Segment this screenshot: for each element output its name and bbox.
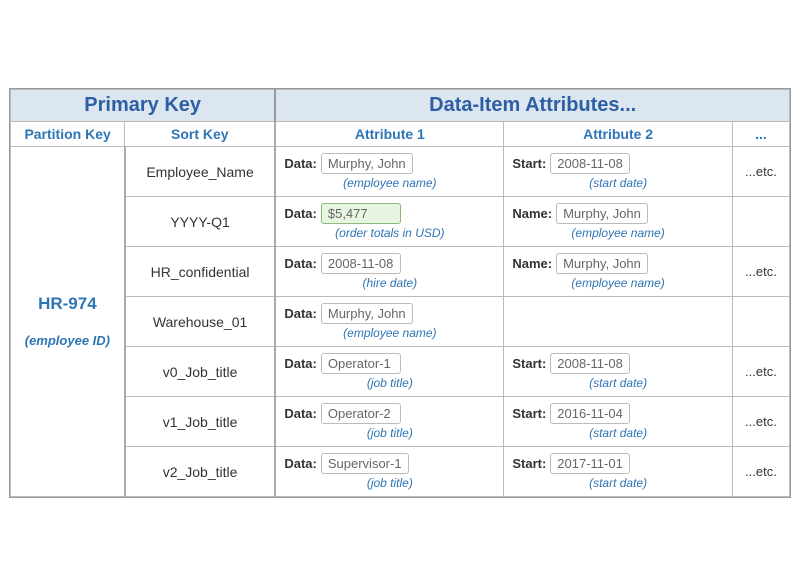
attr1-hint: (job title) bbox=[284, 476, 495, 490]
attribute1-cell: Data: Supervisor-1 (job title) bbox=[275, 447, 504, 497]
attr2-label: Name: bbox=[512, 256, 552, 271]
sort-key-cell: v1_Job_title bbox=[125, 397, 276, 447]
attr2-hint: (employee name) bbox=[512, 276, 724, 290]
attr2-hint: (employee name) bbox=[512, 226, 724, 240]
sort-key-cell: HR_confidential bbox=[125, 247, 276, 297]
attr1-value: Murphy, John bbox=[321, 303, 413, 324]
attribute1-cell: Data: Murphy, John (employee name) bbox=[275, 297, 504, 347]
attr2-hint: (start date) bbox=[512, 426, 724, 440]
attr1-value: Operator-2 bbox=[321, 403, 401, 424]
attr2-label: Start: bbox=[512, 456, 546, 471]
ellipsis-cell: ...etc. bbox=[732, 147, 789, 197]
attr1-value: 2008-11-08 bbox=[321, 253, 401, 274]
ellipsis-cell: ...etc. bbox=[732, 447, 789, 497]
subheader-attribute1: Attribute 1 bbox=[275, 122, 504, 147]
ellipsis-cell bbox=[732, 297, 789, 347]
header-data-item: Data-Item Attributes... bbox=[275, 90, 789, 122]
sort-key-cell: Employee_Name bbox=[125, 147, 276, 197]
attr1-value: Murphy, John bbox=[321, 153, 413, 174]
subheader-sort-key: Sort Key bbox=[125, 122, 276, 147]
attribute1-cell: Data: $5,477 (order totals in USD) bbox=[275, 197, 504, 247]
ellipsis-cell: ...etc. bbox=[732, 397, 789, 447]
attr2-value: 2008-11-08 bbox=[550, 353, 630, 374]
attr2-value: Murphy, John bbox=[556, 253, 648, 274]
attr1-hint: (job title) bbox=[284, 426, 495, 440]
subheader-partition-key: Partition Key bbox=[11, 122, 125, 147]
attribute2-cell: Name: Murphy, John (employee name) bbox=[504, 247, 733, 297]
attribute2-cell: Start: 2016-11-04 (start date) bbox=[504, 397, 733, 447]
partition-key-value: HR-974 bbox=[17, 294, 118, 314]
attr2-value: 2016-11-04 bbox=[550, 403, 630, 424]
ellipsis-cell bbox=[732, 197, 789, 247]
partition-key-hint: (employee ID) bbox=[25, 333, 110, 348]
sort-key-cell: v2_Job_title bbox=[125, 447, 276, 497]
attribute2-cell: Name: Murphy, John (employee name) bbox=[504, 197, 733, 247]
sort-key-cell: YYYY-Q1 bbox=[125, 197, 276, 247]
attr1-label: Data: bbox=[284, 406, 317, 421]
attr1-hint: (employee name) bbox=[284, 176, 495, 190]
sort-key-cell: Warehouse_01 bbox=[125, 297, 276, 347]
sort-key-cell: v0_Job_title bbox=[125, 347, 276, 397]
partition-key-cell: HR-974 (employee ID) bbox=[11, 147, 125, 497]
dynamodb-table: Primary Key Data-Item Attributes... Part… bbox=[10, 89, 790, 497]
attr2-hint: (start date) bbox=[512, 476, 724, 490]
attr2-value: Murphy, John bbox=[556, 203, 648, 224]
attr1-hint: (job title) bbox=[284, 376, 495, 390]
attr2-label: Start: bbox=[512, 356, 546, 371]
attr2-hint: (start date) bbox=[512, 176, 724, 190]
attr1-label: Data: bbox=[284, 256, 317, 271]
main-table-wrapper: Primary Key Data-Item Attributes... Part… bbox=[9, 88, 791, 498]
attr1-label: Data: bbox=[284, 306, 317, 321]
attr2-value: 2008-11-08 bbox=[550, 153, 630, 174]
attr2-value: 2017-11-01 bbox=[550, 453, 630, 474]
attr1-label: Data: bbox=[284, 206, 317, 221]
attr1-label: Data: bbox=[284, 356, 317, 371]
attribute2-cell: Start: 2008-11-08 (start date) bbox=[504, 347, 733, 397]
attribute1-cell: Data: Operator-2 (job title) bbox=[275, 397, 504, 447]
attr2-label: Name: bbox=[512, 206, 552, 221]
attribute1-cell: Data: Operator-1 (job title) bbox=[275, 347, 504, 397]
attr1-value: Supervisor-1 bbox=[321, 453, 409, 474]
attr1-hint: (order totals in USD) bbox=[284, 226, 495, 240]
attr1-hint: (hire date) bbox=[284, 276, 495, 290]
attr1-label: Data: bbox=[284, 156, 317, 171]
attr2-hint: (start date) bbox=[512, 376, 724, 390]
attribute2-cell bbox=[504, 297, 733, 347]
attribute2-cell: Start: 2017-11-01 (start date) bbox=[504, 447, 733, 497]
attr2-label: Start: bbox=[512, 156, 546, 171]
header-primary-key: Primary Key bbox=[11, 90, 276, 122]
attr1-value: $5,477 bbox=[321, 203, 401, 224]
subheader-more: ... bbox=[732, 122, 789, 147]
attribute1-cell: Data: Murphy, John (employee name) bbox=[275, 147, 504, 197]
attr1-label: Data: bbox=[284, 456, 317, 471]
attr2-label: Start: bbox=[512, 406, 546, 421]
ellipsis-cell: ...etc. bbox=[732, 347, 789, 397]
attribute2-cell: Start: 2008-11-08 (start date) bbox=[504, 147, 733, 197]
attribute1-cell: Data: 2008-11-08 (hire date) bbox=[275, 247, 504, 297]
ellipsis-cell: ...etc. bbox=[732, 247, 789, 297]
subheader-attribute2: Attribute 2 bbox=[504, 122, 733, 147]
attr1-value: Operator-1 bbox=[321, 353, 401, 374]
attr1-hint: (employee name) bbox=[284, 326, 495, 340]
